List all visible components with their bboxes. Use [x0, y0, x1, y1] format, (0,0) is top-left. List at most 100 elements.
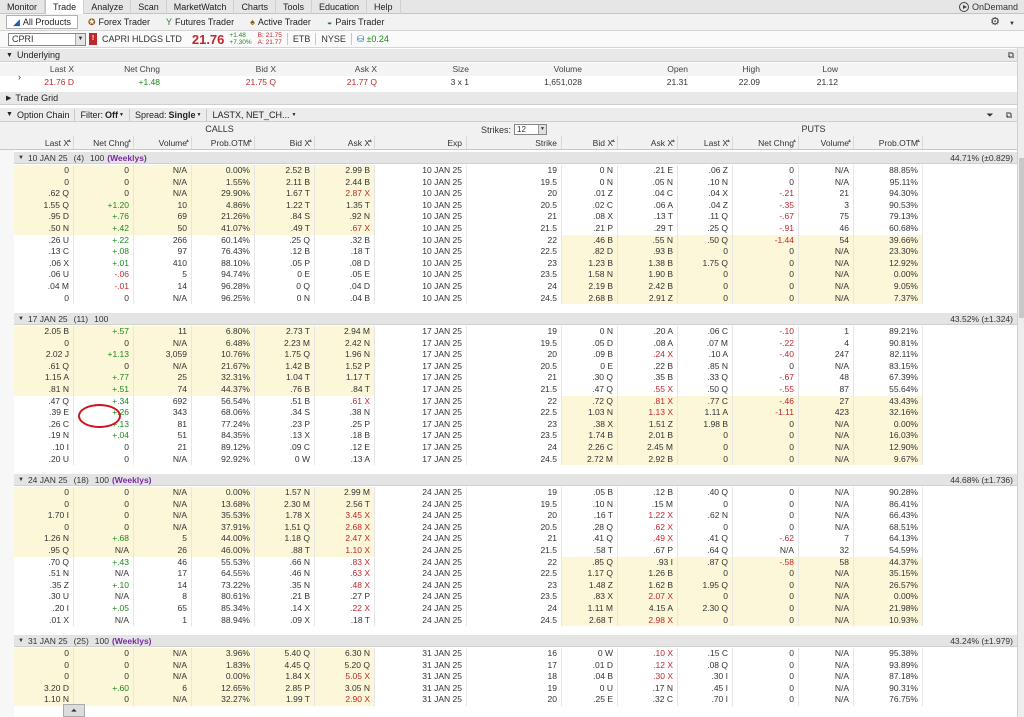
put-cell[interactable]: .21 P: [562, 223, 618, 235]
call-cell[interactable]: N/A: [74, 614, 134, 627]
exp-cell[interactable]: 10 JAN 25: [375, 281, 467, 293]
put-cell[interactable]: .05 B: [562, 487, 618, 499]
call-cell[interactable]: .25 Q: [255, 234, 315, 247]
put-cell[interactable]: 90.81%: [854, 337, 923, 350]
put-cell[interactable]: .12 X: [618, 659, 678, 672]
strike-cell[interactable]: 24: [467, 603, 562, 615]
put-cell[interactable]: 48: [799, 372, 854, 384]
call-cell[interactable]: 96.25%: [192, 292, 255, 305]
column-header[interactable]: Strike: [467, 136, 562, 149]
call-cell[interactable]: .38 N: [315, 407, 375, 419]
call-cell[interactable]: .18 B: [315, 430, 375, 442]
put-cell[interactable]: .83 X: [562, 591, 618, 603]
strike-cell[interactable]: 22: [467, 395, 562, 408]
option-row[interactable]: .62 Q 0 N/A 29.90% 1.67 T 2.87 X 10 JAN 25 20.0…: [14, 188, 1017, 200]
call-cell[interactable]: 2.44 B: [315, 176, 375, 189]
call-cell[interactable]: .66 N: [255, 556, 315, 569]
put-cell[interactable]: 9.05%: [854, 281, 923, 293]
put-cell[interactable]: 66.43%: [854, 510, 923, 522]
put-cell[interactable]: 1.74 B: [562, 430, 618, 442]
exp-cell[interactable]: 24 JAN 25: [375, 591, 467, 603]
call-cell[interactable]: 56.54%: [192, 395, 255, 408]
exp-cell[interactable]: 17 JAN 25: [375, 395, 467, 408]
put-cell[interactable]: N/A: [799, 694, 854, 706]
exp-cell[interactable]: 10 JAN 25: [375, 257, 467, 270]
chevron-down-icon[interactable]: ▼: [75, 33, 85, 45]
alert-badge[interactable]: !: [89, 33, 97, 45]
put-cell[interactable]: N/A: [799, 165, 854, 177]
chevron-down-icon[interactable]: ▼: [6, 52, 13, 59]
call-cell[interactable]: 2.56 T: [315, 498, 375, 511]
menu-scan[interactable]: Scan: [131, 0, 167, 14]
put-cell[interactable]: .85 N: [678, 360, 733, 373]
call-cell[interactable]: .13 A: [315, 453, 375, 466]
call-cell[interactable]: 0: [14, 487, 74, 499]
put-cell[interactable]: 1: [799, 326, 854, 338]
call-cell[interactable]: 77.24%: [192, 418, 255, 431]
call-cell[interactable]: .10 I: [14, 442, 74, 454]
exp-cell[interactable]: 17 JAN 25: [375, 442, 467, 454]
call-cell[interactable]: 1.18 Q: [255, 533, 315, 545]
put-cell[interactable]: N/A: [799, 603, 854, 615]
underlying-col-header[interactable]: Volume: [473, 63, 586, 76]
call-cell[interactable]: N/A: [134, 165, 192, 177]
strike-cell[interactable]: 19.5: [467, 337, 562, 350]
put-cell[interactable]: -.55: [733, 384, 799, 396]
exp-cell[interactable]: 17 JAN 25: [375, 453, 467, 466]
call-cell[interactable]: 14: [134, 281, 192, 293]
call-cell[interactable]: +1.20: [74, 199, 134, 212]
option-row[interactable]: .10 I 0 21 89.12% .09 C .12 E 17 JAN 25 24 2.26 …: [14, 442, 1017, 454]
exp-cell[interactable]: 10 JAN 25: [375, 199, 467, 212]
put-cell[interactable]: 0: [678, 281, 733, 293]
put-cell[interactable]: 2.42 B: [618, 281, 678, 293]
call-cell[interactable]: .18 T: [315, 246, 375, 258]
put-cell[interactable]: 0: [733, 579, 799, 592]
put-cell[interactable]: 90.31%: [854, 682, 923, 695]
call-cell[interactable]: 35.53%: [192, 510, 255, 522]
menu-education[interactable]: Education: [312, 0, 367, 14]
chevron-down-icon[interactable]: ▼: [18, 638, 24, 644]
call-cell[interactable]: 26: [134, 545, 192, 557]
strike-cell[interactable]: 20: [467, 188, 562, 200]
call-cell[interactable]: 0: [14, 659, 74, 672]
call-cell[interactable]: 1.42 B: [255, 360, 315, 373]
column-header[interactable]: Prob.OTM ▲: [192, 136, 255, 149]
put-cell[interactable]: .81 X: [618, 395, 678, 408]
call-cell[interactable]: 65: [134, 603, 192, 615]
put-cell[interactable]: 93.89%: [854, 659, 923, 672]
put-cell[interactable]: N/A: [799, 418, 854, 431]
call-cell[interactable]: 6: [134, 682, 192, 695]
put-cell[interactable]: 90.53%: [854, 199, 923, 212]
put-cell[interactable]: N/A: [799, 269, 854, 281]
call-cell[interactable]: 1.55%: [192, 176, 255, 189]
call-cell[interactable]: .67 X: [315, 223, 375, 235]
call-cell[interactable]: N/A: [134, 337, 192, 350]
call-cell[interactable]: 1.70 I: [14, 510, 74, 522]
strike-cell[interactable]: 20: [467, 694, 562, 706]
call-cell[interactable]: 50: [134, 223, 192, 235]
put-cell[interactable]: .10 N: [678, 176, 733, 189]
option-row[interactable]: .30 U N/A 8 80.61% .21 B .27 P 24 JAN 25 23.5.8…: [14, 591, 1017, 603]
put-cell[interactable]: 2.98 X: [618, 614, 678, 627]
call-cell[interactable]: 96.28%: [192, 281, 255, 293]
column-header[interactable]: Net Chng ▲: [74, 136, 134, 149]
put-cell[interactable]: 0 N: [562, 326, 618, 338]
put-cell[interactable]: .06 A: [618, 199, 678, 212]
call-cell[interactable]: 4.86%: [192, 199, 255, 212]
exp-cell[interactable]: 31 JAN 25: [375, 648, 467, 660]
exp-cell[interactable]: 10 JAN 25: [375, 188, 467, 200]
strike-cell[interactable]: 22.5: [467, 407, 562, 419]
call-cell[interactable]: 1.99 T: [255, 694, 315, 706]
put-cell[interactable]: .55 X: [618, 384, 678, 396]
put-cell[interactable]: 2.92 B: [618, 453, 678, 466]
put-cell[interactable]: .20 A: [618, 326, 678, 338]
call-cell[interactable]: 55.53%: [192, 556, 255, 569]
put-cell[interactable]: -.67: [733, 211, 799, 223]
underlying-col-header[interactable]: High: [692, 63, 764, 76]
call-cell[interactable]: .26 C: [14, 418, 74, 431]
put-cell[interactable]: N/A: [799, 487, 854, 499]
put-cell[interactable]: .02 C: [562, 199, 618, 212]
put-cell[interactable]: N/A: [733, 545, 799, 557]
call-cell[interactable]: 8: [134, 591, 192, 603]
put-cell[interactable]: 0: [733, 430, 799, 442]
